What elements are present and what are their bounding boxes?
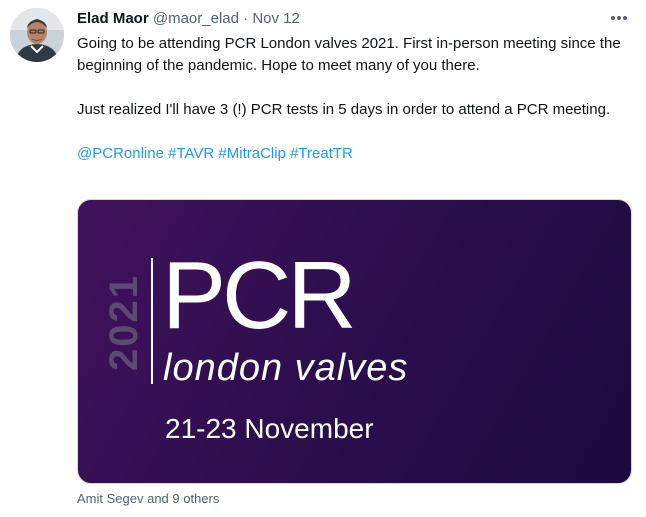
tweet-header: Elad Maor @maor_elad · Nov 12 xyxy=(77,9,300,29)
hashtag-mitraclip[interactable]: #MitraClip xyxy=(218,145,286,162)
tweet-timestamp[interactable]: Nov 12 xyxy=(252,10,300,27)
more-options-button[interactable] xyxy=(606,5,632,31)
tweet-paragraph-1: Going to be attending PCR London valves … xyxy=(77,35,621,74)
tweet-text: Going to be attending PCR London valves … xyxy=(77,33,633,165)
banner-dates: 21-23 November xyxy=(165,413,374,444)
banner-brand: PCR xyxy=(162,242,357,349)
header-separator: · xyxy=(243,10,249,27)
author-name[interactable]: Elad Maor xyxy=(77,10,149,27)
liked-by-text[interactable]: Amit Segev and 9 others xyxy=(77,491,219,507)
mention-pcronline[interactable]: @PCRonline xyxy=(77,145,164,162)
banner-year: 2021 xyxy=(101,273,146,371)
tweet: Elad Maor @maor_elad · Nov 12 Going to b… xyxy=(0,0,646,517)
banner-divider xyxy=(151,258,153,384)
hashtag-tavr[interactable]: #TAVR xyxy=(168,145,214,162)
hashtag-treattr[interactable]: #TreatTR xyxy=(290,145,353,162)
tweet-paragraph-2: Just realized I'll have 3 (!) PCR tests … xyxy=(77,101,611,118)
author-handle[interactable]: @maor_elad xyxy=(153,10,239,27)
banner-subtitle: london valves xyxy=(163,347,409,389)
avatar[interactable] xyxy=(10,8,64,62)
tweet-hashtags: @PCRonline #TAVR #MitraClip #TreatTR xyxy=(77,143,633,165)
more-horizontal-icon xyxy=(611,16,627,20)
